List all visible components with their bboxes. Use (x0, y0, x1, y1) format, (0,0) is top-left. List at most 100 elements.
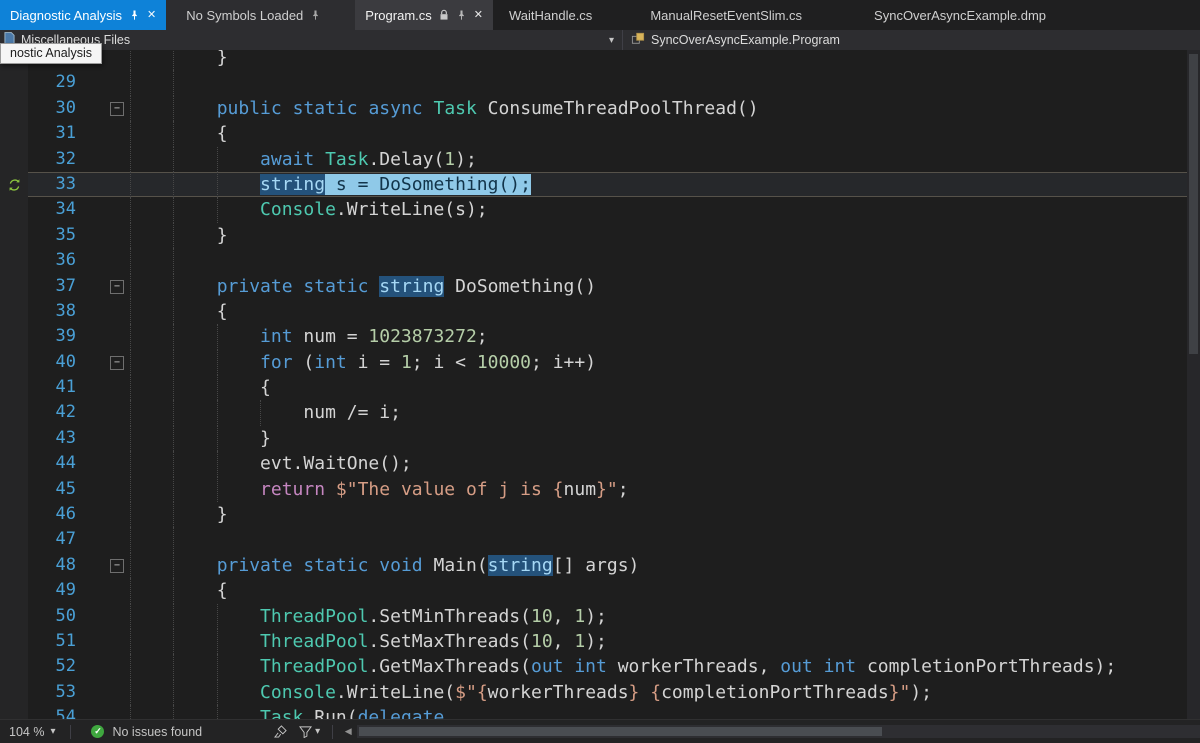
code-text[interactable]: } (130, 426, 1200, 451)
glyph-margin[interactable] (0, 350, 28, 375)
vertical-scrollbar[interactable] (1187, 50, 1200, 720)
glyph-margin[interactable] (0, 426, 28, 451)
fold-collapse-icon[interactable]: − (110, 356, 124, 370)
scroll-left-button[interactable]: ◀ (339, 726, 357, 737)
horizontal-scrollbar[interactable] (357, 725, 1200, 738)
glyph-margin[interactable] (0, 324, 28, 349)
code-line[interactable]: 37− private static string DoSomething() (0, 274, 1200, 299)
code-line-current[interactable]: 33 string s = DoSomething(); (0, 172, 1200, 197)
glyph-margin[interactable] (0, 400, 28, 425)
filter-icon[interactable]: ▾ (293, 725, 326, 738)
code-text[interactable]: { (130, 375, 1200, 400)
close-icon[interactable]: ✕ (474, 10, 483, 21)
code-text[interactable]: string s = DoSomething(); (130, 172, 1200, 197)
glyph-margin[interactable] (0, 705, 28, 720)
glyph-margin[interactable] (0, 502, 28, 527)
code-line[interactable]: 52 ThreadPool.GetMaxThreads(out int work… (0, 654, 1200, 679)
document-health-indicator[interactable]: ✓ No issues found (83, 725, 210, 739)
code-text[interactable]: evt.WaitOne(); (130, 451, 1200, 476)
code-line[interactable]: 30− public static async Task ConsumeThre… (0, 96, 1200, 121)
glyph-margin[interactable] (0, 477, 28, 502)
code-text[interactable]: { (130, 578, 1200, 603)
code-line[interactable]: 44 evt.WaitOne(); (0, 451, 1200, 476)
glyph-margin[interactable] (0, 604, 28, 629)
code-text[interactable]: } (130, 502, 1200, 527)
code-text[interactable] (130, 527, 1200, 552)
glyph-margin[interactable] (0, 197, 28, 222)
code-text[interactable]: } (130, 50, 1200, 70)
code-text[interactable]: private static string DoSomething() (130, 274, 1200, 299)
code-line[interactable]: 32 await Task.Delay(1); (0, 147, 1200, 172)
code-text[interactable]: return $"The value of j is {num}"; (130, 477, 1200, 502)
vertical-scrollbar-thumb[interactable] (1189, 54, 1198, 354)
horizontal-scrollbar-thumb[interactable] (359, 727, 882, 736)
code-line[interactable]: 49 { (0, 578, 1200, 603)
code-text[interactable]: { (130, 299, 1200, 324)
code-text[interactable] (130, 248, 1200, 273)
glyph-margin[interactable] (0, 527, 28, 552)
code-text[interactable]: Task.Run(delegate (130, 705, 1200, 720)
glyph-margin[interactable] (0, 299, 28, 324)
glyph-margin[interactable] (0, 121, 28, 146)
code-line[interactable]: 35 } (0, 223, 1200, 248)
code-text[interactable]: public static async Task ConsumeThreadPo… (130, 96, 1200, 121)
zoom-control[interactable]: 104 % ▾ (0, 725, 64, 739)
close-icon[interactable]: ✕ (147, 10, 156, 21)
code-line[interactable]: 39 int num = 1023873272; (0, 324, 1200, 349)
code-editor[interactable]: 28 }2930− public static async Task Consu… (0, 50, 1200, 720)
code-text[interactable]: ThreadPool.SetMinThreads(10, 1); (130, 604, 1200, 629)
code-line[interactable]: 34 Console.WriteLine(s); (0, 197, 1200, 222)
code-text[interactable]: int num = 1023873272; (130, 324, 1200, 349)
code-text[interactable]: private static void Main(string[] args) (130, 553, 1200, 578)
code-line[interactable]: 43 } (0, 426, 1200, 451)
diagnostic-glyph-icon[interactable] (0, 172, 28, 197)
glyph-margin[interactable] (0, 629, 28, 654)
code-text[interactable]: ThreadPool.GetMaxThreads(out int workerT… (130, 654, 1200, 679)
fold-collapse-icon[interactable]: − (110, 102, 124, 116)
code-line[interactable]: 31 { (0, 121, 1200, 146)
glyph-margin[interactable] (0, 223, 28, 248)
pin-icon[interactable] (310, 9, 321, 21)
code-line[interactable]: 54 Task.Run(delegate (0, 705, 1200, 720)
code-line[interactable]: 53 Console.WriteLine($"{workerThreads} {… (0, 680, 1200, 705)
glyph-margin[interactable] (0, 578, 28, 603)
code-text[interactable]: await Task.Delay(1); (130, 147, 1200, 172)
glyph-margin[interactable] (0, 451, 28, 476)
code-cleanup-icon[interactable] (268, 725, 293, 738)
glyph-margin[interactable] (0, 654, 28, 679)
pin-icon[interactable] (456, 9, 467, 21)
code-text[interactable]: ThreadPool.SetMaxThreads(10, 1); (130, 629, 1200, 654)
code-text[interactable]: } (130, 223, 1200, 248)
code-line[interactable]: 40− for (int i = 1; i < 10000; i++) (0, 350, 1200, 375)
code-text[interactable]: Console.WriteLine($"{workerThreads} {com… (130, 680, 1200, 705)
code-text[interactable]: num /= i; (130, 400, 1200, 425)
code-line[interactable]: 45 return $"The value of j is {num}"; (0, 477, 1200, 502)
code-line[interactable]: 48− private static void Main(string[] ar… (0, 553, 1200, 578)
tab-waithandle-cs[interactable]: WaitHandle.cs (493, 0, 608, 30)
fold-collapse-icon[interactable]: − (110, 280, 124, 294)
glyph-margin[interactable] (0, 553, 28, 578)
tab-syncoverasyncexample-dmp[interactable]: SyncOverAsyncExample.dmp (858, 0, 1062, 30)
code-line[interactable]: 46 } (0, 502, 1200, 527)
glyph-margin[interactable] (0, 147, 28, 172)
code-text[interactable]: { (130, 121, 1200, 146)
tab-program-cs[interactable]: Program.cs ✕ (355, 0, 493, 30)
code-line[interactable]: 28 } (0, 50, 1200, 70)
type-dropdown[interactable]: SyncOverAsyncExample.Program (623, 30, 1200, 50)
code-text[interactable]: for (int i = 1; i < 10000; i++) (130, 350, 1200, 375)
code-line[interactable]: 42 num /= i; (0, 400, 1200, 425)
tab-diagnostic-analysis[interactable]: Diagnostic Analysis ✕ (0, 0, 166, 30)
glyph-margin[interactable] (0, 96, 28, 121)
tab-manualreseteventslim-cs[interactable]: ManualResetEventSlim.cs (634, 0, 818, 30)
glyph-margin[interactable] (0, 680, 28, 705)
glyph-margin[interactable] (0, 375, 28, 400)
glyph-margin[interactable] (0, 248, 28, 273)
code-line[interactable]: 47 (0, 527, 1200, 552)
tab-no-symbols-loaded[interactable]: No Symbols Loaded (176, 0, 331, 30)
code-line[interactable]: 51 ThreadPool.SetMaxThreads(10, 1); (0, 629, 1200, 654)
fold-collapse-icon[interactable]: − (110, 559, 124, 573)
code-line[interactable]: 29 (0, 70, 1200, 95)
glyph-margin[interactable] (0, 274, 28, 299)
glyph-margin[interactable] (0, 70, 28, 95)
code-text[interactable] (130, 70, 1200, 95)
